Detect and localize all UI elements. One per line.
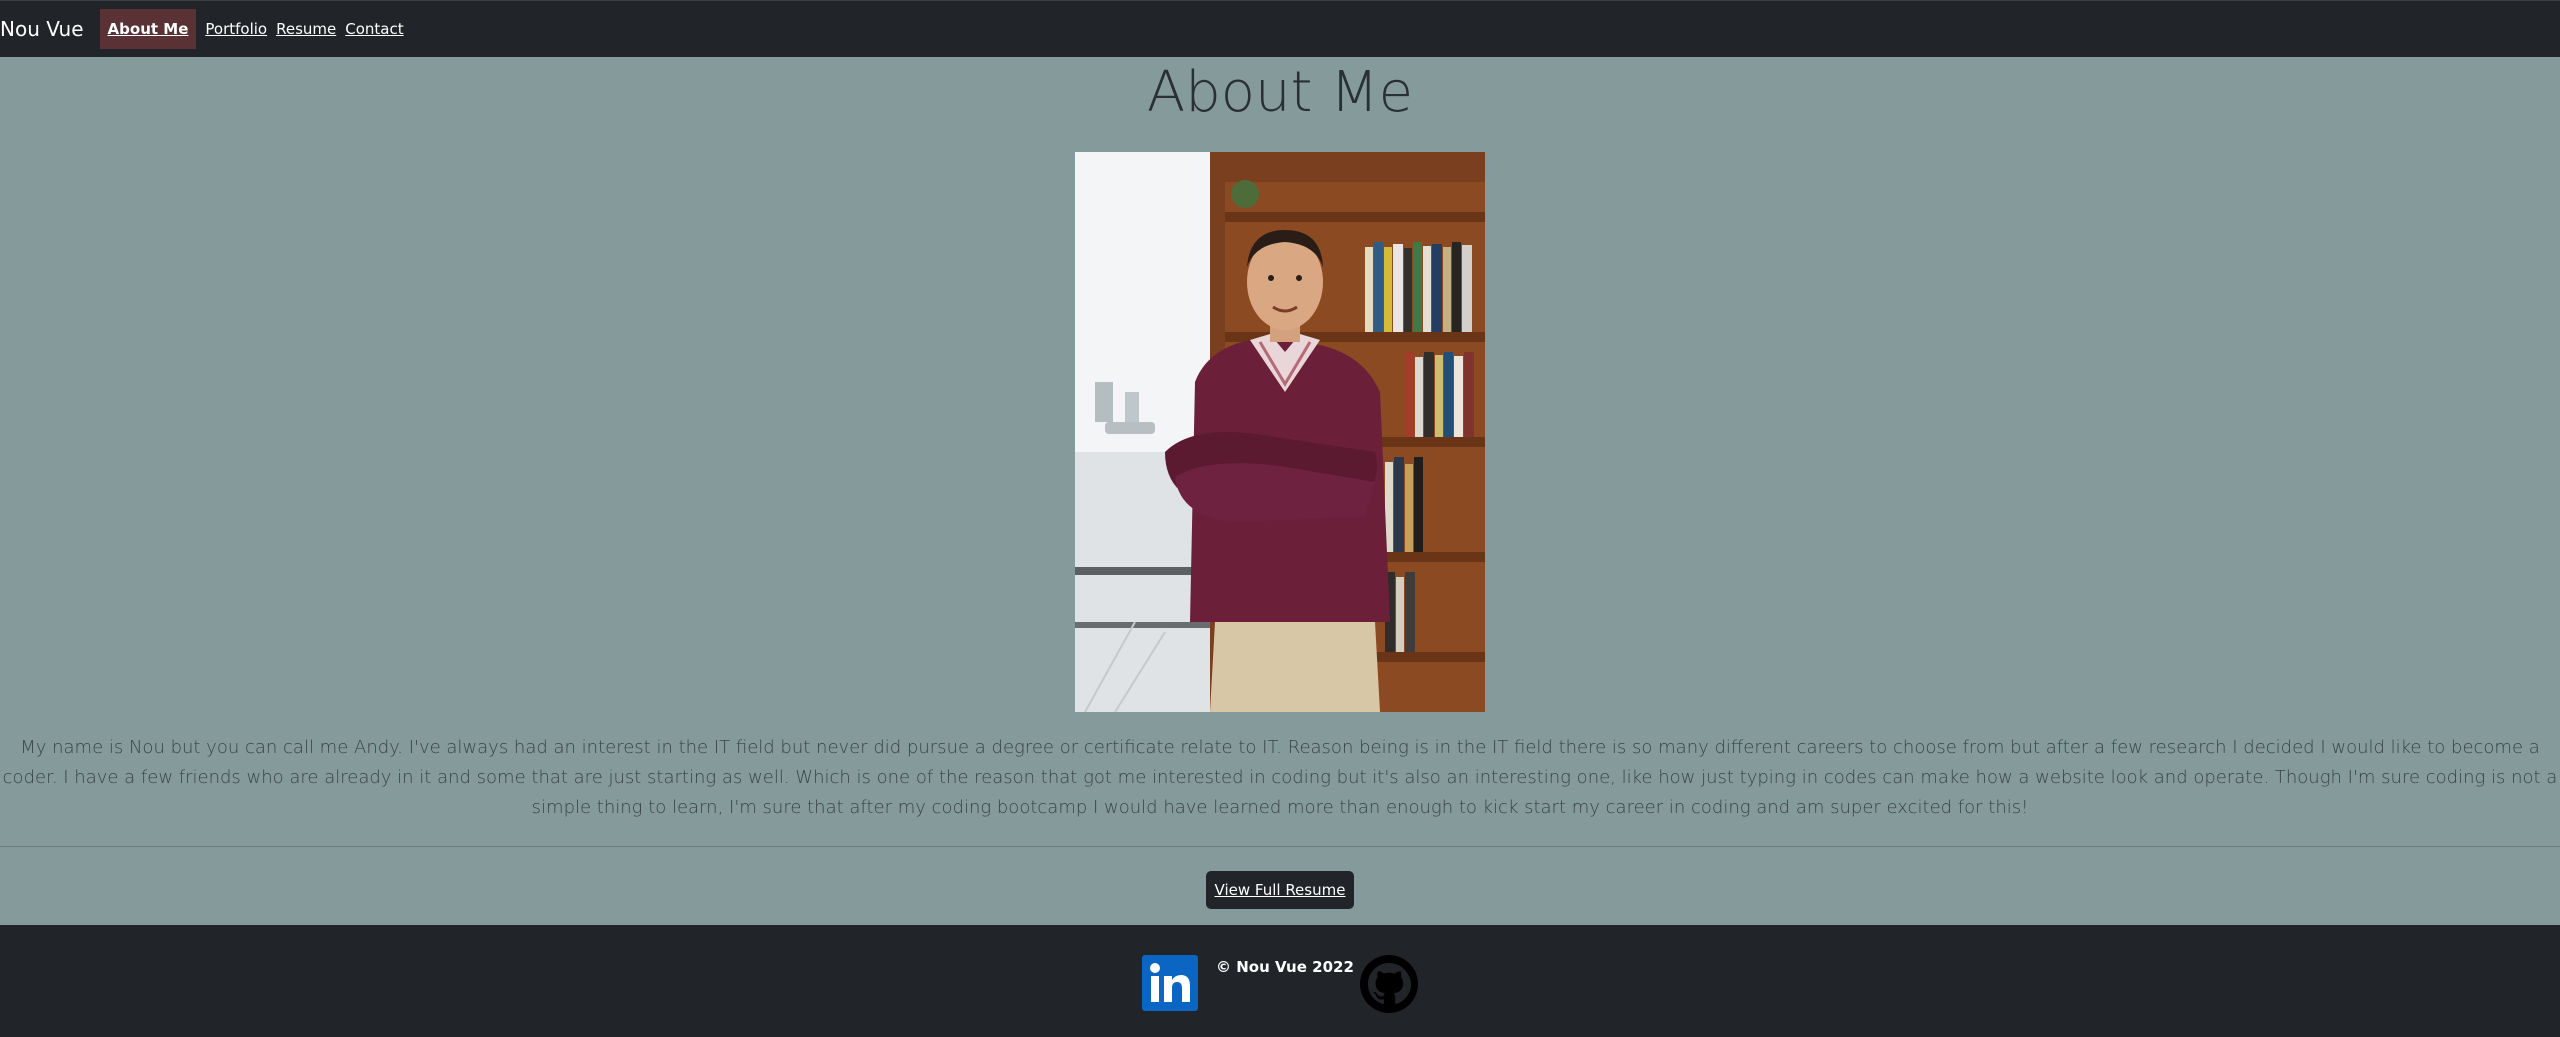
nav-item-about-me[interactable]: About Me [99,9,197,49]
linkedin-icon[interactable] [1142,955,1198,1011]
nav-item-contact[interactable]: Contact [345,9,403,49]
navbar: Nou Vue About Me Portfolio Resume Contac… [0,0,2560,57]
copyright-text: © Nou Vue 2022 [1216,958,1354,976]
divider [0,846,2560,847]
footer: © Nou Vue 2022 [0,925,2560,1037]
brand-logo[interactable]: Nou Vue [0,17,84,41]
nav-item-resume[interactable]: Resume [276,9,336,49]
page-title: About Me [1146,60,1414,125]
github-icon[interactable] [1360,955,1418,1013]
profile-photo [1075,152,1485,712]
nav-item-portfolio[interactable]: Portfolio [205,9,267,49]
view-full-resume-button[interactable]: View Full Resume [1206,871,1354,909]
bio-text: My name is Nou but you can call me Andy.… [2,737,2558,818]
